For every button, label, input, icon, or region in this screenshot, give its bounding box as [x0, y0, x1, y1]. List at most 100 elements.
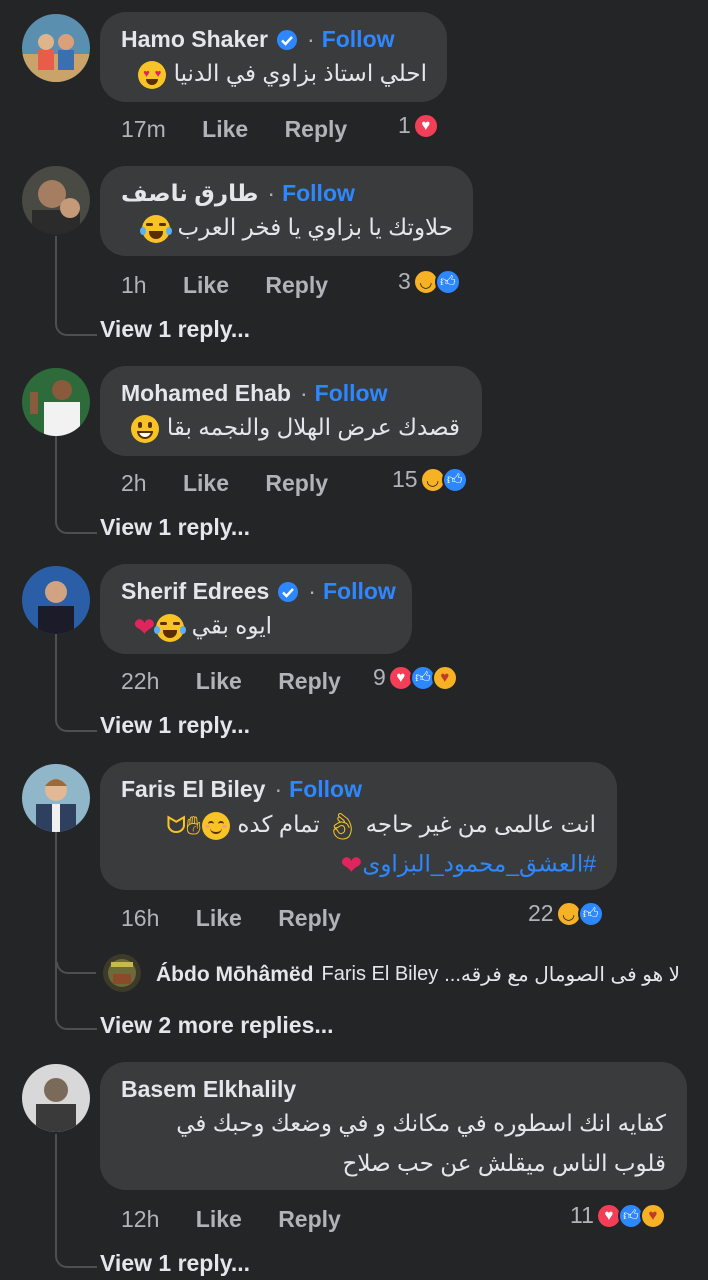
comment-header: Mohamed Ehab · Follow	[121, 380, 387, 407]
reaction-summary[interactable]: 3 ◡ 👍︎	[398, 268, 461, 295]
reaction-summary[interactable]: 15 ◡ 👍︎	[392, 466, 468, 493]
reply-thread-line	[55, 634, 97, 732]
reply-button[interactable]: Reply	[265, 470, 328, 496]
reply-thread-line	[55, 1134, 97, 1268]
reaction-summary[interactable]: 1 ♥	[398, 112, 439, 139]
care-reaction-icon: ♥	[639, 1202, 666, 1229]
comment-header: طارق ناصف · Follow	[121, 180, 355, 207]
heart-hands-emoji: ᗢ	[166, 812, 187, 839]
separator-dot: ·	[299, 380, 308, 406]
comment-text: حلاوتك يا بزاوي يا فخر العرب	[140, 214, 453, 243]
reply-button[interactable]: Reply	[278, 668, 341, 694]
reply-button[interactable]: Reply	[278, 905, 341, 931]
comment-time[interactable]: 2h	[121, 470, 147, 496]
separator-dot: ·	[307, 26, 315, 52]
clapping-hands-emoji: ✋︎	[186, 810, 201, 840]
comment-text: ايوه بقي ❤	[133, 612, 272, 642]
comment-text-line-2: قلوب الناس ميقلش عن حب صلاح	[342, 1150, 666, 1176]
comment-time[interactable]: 12h	[121, 1206, 159, 1232]
follow-button[interactable]: Follow	[315, 380, 388, 407]
reply-thread-line	[55, 832, 97, 1030]
grinning-emoji	[131, 414, 160, 443]
tears-of-joy-emoji	[154, 613, 187, 642]
reply-preview[interactable]: Ábdo Mōhâmëd Faris El Biley لا هو فى الص…	[156, 962, 680, 987]
avatar[interactable]	[22, 368, 90, 436]
view-replies-link[interactable]: View 1 reply...	[100, 1250, 250, 1277]
avatar[interactable]	[22, 764, 90, 832]
smiling-emoji	[201, 812, 230, 840]
avatar[interactable]	[22, 1064, 90, 1132]
comment-time[interactable]: 17m	[121, 116, 166, 142]
like-button[interactable]: Like	[202, 116, 248, 142]
comment-text: احلي استاذ بزاوي في الدنيا ♥ ♥	[137, 60, 427, 89]
reaction-count: 3	[398, 268, 411, 294]
reaction-count: 11	[570, 1202, 594, 1228]
follow-button[interactable]: Follow	[323, 578, 396, 605]
reply-author[interactable]: Ábdo Mōhâmëd	[156, 963, 314, 987]
comment-header: Hamo Shaker · Follow	[121, 26, 395, 53]
comment-author[interactable]: Sherif Edrees	[121, 578, 269, 605]
reaction-summary[interactable]: 9 ♥ 👍︎ ♥	[373, 664, 458, 691]
reply-mention[interactable]: Faris El Biley	[322, 963, 439, 986]
comment-author[interactable]: Hamo Shaker	[121, 26, 268, 53]
like-button[interactable]: Like	[183, 272, 229, 298]
verified-badge-icon	[278, 581, 299, 602]
reply-button[interactable]: Reply	[278, 1206, 341, 1232]
heart-eyes-emoji: ♥ ♥	[138, 60, 167, 89]
reply-thread-line	[55, 236, 97, 336]
view-more-replies-link[interactable]: View 2 more replies...	[100, 1012, 334, 1039]
verified-badge-icon	[277, 29, 298, 50]
comment-text: قصدك عرض الهلال والنجمه بقا	[130, 414, 460, 443]
reply-connector-line	[56, 962, 96, 974]
avatar[interactable]	[22, 166, 90, 234]
separator-dot: ·	[274, 776, 283, 802]
reaction-count: 9	[373, 664, 386, 690]
comment-actions: 17m Like Reply	[121, 116, 347, 143]
like-reaction-icon: 👍︎	[434, 268, 461, 295]
follow-button[interactable]: Follow	[289, 776, 362, 803]
separator-dot: ·	[267, 180, 276, 206]
comment-author[interactable]: Mohamed Ehab	[121, 380, 291, 407]
like-button[interactable]: Like	[196, 905, 242, 931]
reaction-count: 1	[398, 112, 411, 138]
reaction-summary[interactable]: 22 ◡ 👍︎	[528, 900, 604, 927]
like-button[interactable]: Like	[196, 1206, 242, 1232]
comment-text-line-1: كفايه انك اسطوره في مكانك و في وضعك وحبك…	[176, 1110, 666, 1136]
comment-actions: 12h Like Reply	[121, 1206, 341, 1233]
comment-actions: 1h Like Reply	[121, 272, 328, 299]
comment-text: انت عالمى من غير حاجه 👌︎ تمام كده ✋︎ᗢ	[166, 810, 596, 841]
avatar[interactable]	[22, 566, 90, 634]
comment-author[interactable]: Faris El Biley	[121, 776, 265, 803]
comment-time[interactable]: 22h	[121, 668, 159, 694]
comment-author[interactable]: Basem Elkhalily	[121, 1076, 296, 1103]
comment-time[interactable]: 16h	[121, 905, 159, 931]
comment-hashtag[interactable]: #العشق_محمود_البزاوى❤	[341, 850, 596, 881]
care-reaction-icon: ♥	[431, 664, 458, 691]
reaction-summary[interactable]: 11 ♥ 👍︎ ♥	[570, 1202, 666, 1229]
follow-button[interactable]: Follow	[322, 26, 395, 53]
reply-thread-line	[55, 436, 97, 534]
reply-button[interactable]: Reply	[265, 272, 328, 298]
view-replies-link[interactable]: View 1 reply...	[100, 316, 250, 343]
comment-actions: 2h Like Reply	[121, 470, 328, 497]
follow-button[interactable]: Follow	[282, 180, 355, 207]
separator-dot: ·	[308, 578, 316, 604]
like-reaction-icon: 👍︎	[441, 466, 468, 493]
like-reaction-icon: 👍︎	[577, 900, 604, 927]
like-button[interactable]: Like	[183, 470, 229, 496]
view-replies-link[interactable]: View 1 reply...	[100, 514, 250, 541]
like-button[interactable]: Like	[196, 668, 242, 694]
comment-author[interactable]: طارق ناصف	[121, 180, 258, 207]
love-reaction-icon: ♥	[412, 112, 439, 139]
view-replies-link[interactable]: View 1 reply...	[100, 712, 250, 739]
comment-time[interactable]: 1h	[121, 272, 147, 298]
avatar[interactable]	[22, 14, 90, 82]
reaction-count: 22	[528, 900, 554, 926]
comment-actions: 16h Like Reply	[121, 905, 341, 932]
reply-button[interactable]: Reply	[285, 116, 348, 142]
red-heart-emoji: ❤	[340, 850, 363, 880]
reply-avatar[interactable]	[103, 954, 141, 992]
ok-hand-emoji: 👌︎	[326, 810, 360, 841]
reaction-count: 15	[392, 466, 418, 492]
comment-header: Faris El Biley · Follow	[121, 776, 362, 803]
